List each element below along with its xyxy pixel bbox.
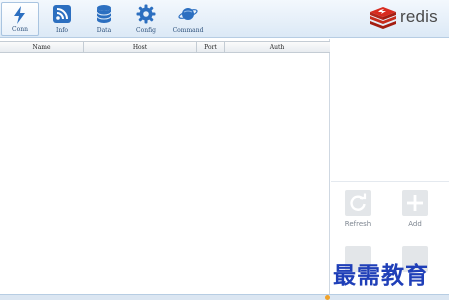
plus-icon	[407, 195, 423, 211]
main-toolbar: Conn Info Data Config Command redis	[0, 0, 449, 38]
redis-brand: redis	[369, 6, 441, 30]
add-label: Add	[408, 220, 422, 228]
column-header-name[interactable]: Name	[0, 42, 84, 53]
toolbar-conn-label: Conn	[12, 26, 28, 33]
table-header: Name Host Port Auth	[0, 41, 330, 53]
planet-icon	[178, 8, 198, 20]
rss-icon	[53, 5, 71, 23]
panel-divider	[331, 181, 449, 182]
status-bar	[0, 294, 449, 300]
toolbar-info-label: Info	[55, 27, 69, 34]
refresh-button-box	[345, 190, 371, 216]
watermark-text: 最需教育	[333, 262, 429, 289]
redis-wordmark: redis	[400, 7, 438, 26]
toolbar-info-button[interactable]: Info	[43, 2, 81, 36]
lightning-icon	[14, 6, 25, 24]
refresh-button[interactable]: Refresh	[338, 190, 378, 234]
gear-icon	[136, 4, 156, 24]
toolbar-config-button[interactable]: Config	[127, 2, 165, 36]
column-header-auth[interactable]: Auth	[225, 42, 329, 53]
column-header-port[interactable]: Port	[197, 42, 225, 53]
redis-logo-icon	[370, 7, 396, 29]
toolbar-conn-button[interactable]: Conn	[1, 2, 39, 36]
toolbar-command-button[interactable]: Command	[169, 2, 207, 36]
database-icon	[96, 5, 112, 23]
connection-table[interactable]: Name Host Port Auth	[0, 39, 330, 294]
refresh-icon	[350, 193, 367, 211]
toolbar-data-button[interactable]: Data	[85, 2, 123, 36]
refresh-label: Refresh	[344, 220, 372, 228]
add-button[interactable]: Add	[395, 190, 435, 234]
add-button-box	[402, 190, 428, 216]
toolbar-command-label: Command	[172, 27, 204, 34]
toolbar-config-label: Config	[136, 27, 156, 34]
warning-icon	[325, 295, 330, 300]
column-header-host[interactable]: Host	[84, 42, 197, 53]
toolbar-data-label: Data	[96, 27, 112, 34]
